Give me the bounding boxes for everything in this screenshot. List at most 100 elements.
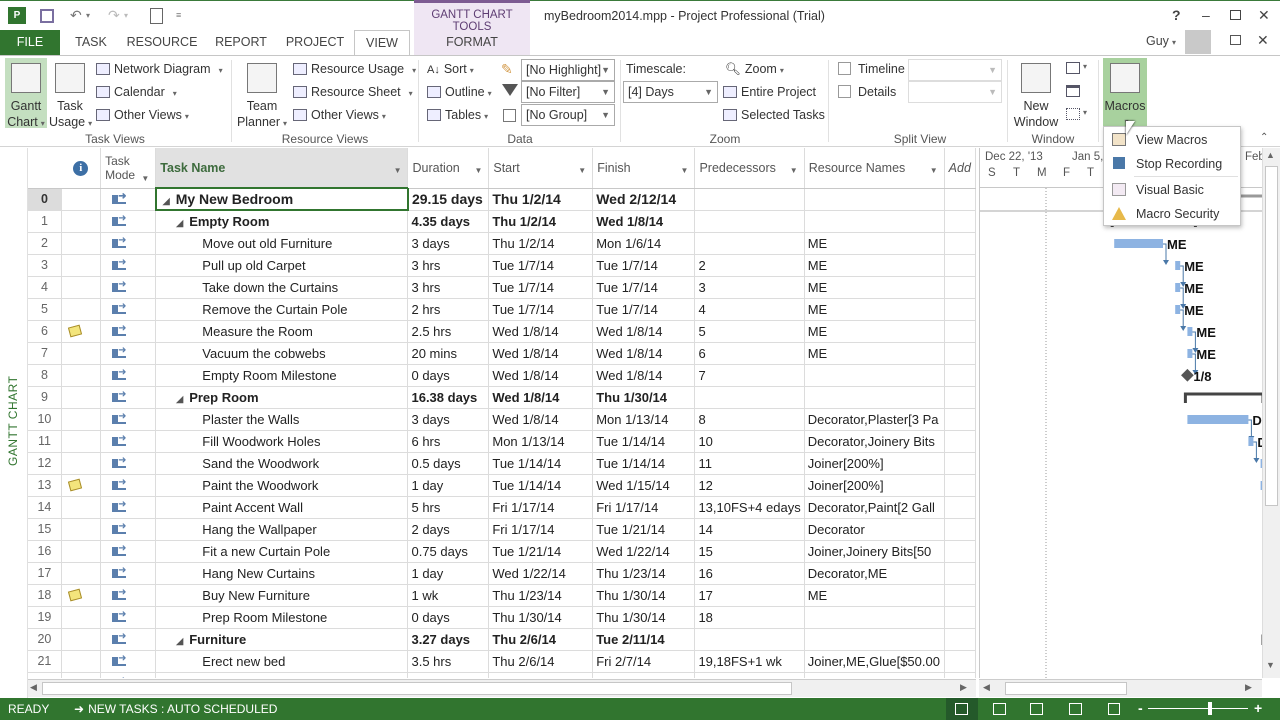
task-name-cell[interactable]: Move out old Furniture	[155, 232, 409, 255]
filter-arrow-icon[interactable]: ▼	[790, 166, 798, 175]
gantt-chart-pane[interactable]: Dec 22, '13 Jan 5, Feb S T M F T MEMEMEM…	[979, 148, 1262, 678]
task-other-views-button[interactable]: Other Views ▾	[96, 108, 189, 122]
note-icon[interactable]	[67, 478, 82, 491]
resource-names-cell[interactable]: Decorator,Paint[2 Gall	[804, 496, 945, 519]
filter-arrow-icon[interactable]: ▼	[141, 172, 149, 186]
table-row[interactable]: 1 ◢ Empty Room 4.35 daysThu 1/2/14Wed 1/8/1…	[28, 210, 976, 233]
table-row[interactable]: 16 Fit a new Curtain Pole 0.75 daysTue 1/2…	[28, 540, 976, 563]
table-row[interactable]: 19Prep Room Milestone0 daysThu 1/30/14Th…	[28, 606, 976, 629]
add-column-cell[interactable]	[944, 320, 976, 343]
task-name-cell[interactable]: ◢ My New Bedroom	[154, 187, 409, 211]
task-name-cell[interactable]: Remove the Curtain Pole	[155, 298, 409, 321]
row-id[interactable]: 9	[28, 386, 62, 409]
start-cell[interactable]: Thu 1/2/14	[488, 210, 594, 233]
finish-cell[interactable]: Tue 1/14/14	[592, 430, 696, 453]
start-cell[interactable]: Tue 1/7/14	[488, 298, 594, 321]
finish-cell[interactable]: Thu 1/30/14	[592, 584, 696, 607]
resource-names-cell[interactable]: Joiner,ME,Glue[$50.00	[804, 650, 945, 673]
start-cell[interactable]: Thu 1/2/14	[488, 188, 594, 211]
duration-cell[interactable]: 1 day	[407, 474, 490, 497]
collapse-triangle-icon[interactable]: ◢	[163, 196, 170, 206]
finish-cell[interactable]: Tue 1/7/14	[592, 298, 696, 321]
filter-dropdown[interactable]: [No Filter] ▼	[521, 81, 615, 103]
network-diagram-button[interactable]: Network Diagram ▾	[96, 62, 223, 76]
predecessors-cell[interactable]: 16	[694, 562, 805, 585]
task-mode-cell[interactable]	[100, 232, 157, 255]
menu-item-visual-basic[interactable]: Visual Basic	[1104, 178, 1240, 202]
task-mode-cell[interactable]	[100, 320, 157, 343]
resource-names-cell[interactable]: ME	[804, 276, 945, 299]
task-mode-cell[interactable]	[100, 474, 157, 497]
resource-names-cell[interactable]: ME	[804, 320, 945, 343]
add-column-cell[interactable]	[944, 276, 976, 299]
duration-cell[interactable]: 12 hrs	[407, 672, 490, 678]
duration-cell[interactable]: 0.5 days	[407, 452, 490, 475]
task-mode-cell[interactable]	[100, 342, 157, 365]
scroll-right-icon[interactable]: ▶	[1245, 682, 1252, 693]
outline-button[interactable]: Outline ▾	[427, 85, 492, 99]
finish-cell[interactable]: Wed 1/22/14	[592, 540, 696, 563]
collapse-ribbon-icon[interactable]: ⌃	[1260, 132, 1268, 143]
start-cell[interactable]: Thu 2/6/14	[488, 650, 594, 673]
add-column-cell[interactable]	[944, 518, 976, 541]
filter-arrow-icon[interactable]: ▼	[681, 166, 689, 175]
row-id[interactable]: 18	[28, 584, 62, 607]
collapse-triangle-icon[interactable]: ◢	[176, 218, 183, 228]
duration-cell[interactable]: 3.27 days	[407, 628, 490, 651]
predecessors-cell[interactable]: 3	[694, 276, 805, 299]
timescale-dropdown[interactable]: [4] Days ▼	[623, 81, 718, 103]
duration-cell[interactable]: 3.5 hrs	[407, 650, 490, 673]
add-column-cell[interactable]	[944, 496, 976, 519]
zoom-slider[interactable]	[1148, 702, 1248, 715]
start-cell[interactable]: Fri 1/17/14	[488, 518, 594, 541]
row-id[interactable]: 3	[28, 254, 62, 277]
task-name-cell[interactable]: Erect new bed	[155, 650, 409, 673]
start-cell[interactable]: Fri 1/17/14	[488, 496, 594, 519]
timeline-view-dropdown[interactable]: ▼	[908, 59, 1002, 81]
resource-names-cell[interactable]: ME	[804, 298, 945, 321]
resource-sheet-view-icon[interactable]	[1069, 703, 1082, 715]
table-row[interactable]: 21 Erect new bed 3.5 hrsThu 2/6/14Fri 2/7/…	[28, 650, 976, 673]
duration-cell[interactable]: 3 hrs	[407, 276, 490, 299]
task-mode-cell[interactable]	[100, 606, 157, 629]
task-name-cell[interactable]: Buy New Furniture	[155, 584, 409, 607]
finish-cell[interactable]: Thu 1/23/14	[592, 562, 696, 585]
table-row[interactable]: 17 Hang New Curtains 1 dayWed 1/22/14Thu 1…	[28, 562, 976, 585]
duration-cell[interactable]: 20 mins	[407, 342, 490, 365]
row-id[interactable]: 11	[28, 430, 62, 453]
filter-arrow-icon[interactable]: ▼	[474, 166, 482, 175]
restore-ribbon-icon[interactable]	[1230, 35, 1241, 45]
resource-names-cell[interactable]	[804, 628, 945, 651]
zoom-slider-thumb[interactable]	[1208, 702, 1212, 715]
row-id[interactable]: 10	[28, 408, 62, 431]
start-cell[interactable]: Wed 1/8/14	[488, 342, 594, 365]
task-mode-cell[interactable]	[100, 496, 157, 519]
task-name-column-header[interactable]: Task Name ▼	[155, 148, 409, 189]
maximize-button[interactable]	[1230, 10, 1241, 20]
task-name-cell[interactable]: Hang New Curtains	[155, 562, 409, 585]
predecessors-cell[interactable]	[694, 232, 805, 255]
row-id[interactable]: 17	[28, 562, 62, 585]
predecessors-cell[interactable]: 15	[694, 540, 805, 563]
report-view-icon[interactable]	[1108, 703, 1120, 715]
collapse-triangle-icon[interactable]: ◢	[176, 636, 183, 646]
duration-cell[interactable]: 6 hrs	[407, 430, 490, 453]
task-name-cell[interactable]: Paint Accent Wall	[155, 496, 409, 519]
note-icon[interactable]	[67, 588, 82, 601]
predecessors-cell[interactable]: 21	[694, 672, 805, 678]
details-view-dropdown[interactable]: ▼	[908, 81, 1002, 103]
tab-view[interactable]: VIEW	[354, 30, 410, 56]
table-row[interactable]: 2Move out old Furniture3 daysThu 1/2/14M…	[28, 232, 976, 255]
finish-cell[interactable]: Fri 1/17/14	[592, 496, 696, 519]
predecessors-cell[interactable]	[694, 386, 805, 409]
resource-names-cell[interactable]	[804, 386, 945, 409]
task-name-cell[interactable]: Fit a new Curtain Pole	[155, 540, 409, 563]
filter-arrow-icon[interactable]: ▼	[578, 166, 586, 175]
row-id[interactable]: 1	[28, 210, 62, 233]
sort-button[interactable]: A↓ Sort ▾	[427, 62, 474, 76]
predecessors-cell[interactable]	[694, 210, 805, 233]
resource-names-cell[interactable]: Joiner,Joinery Bits[50	[804, 540, 945, 563]
start-cell[interactable]: Wed 1/8/14	[488, 320, 594, 343]
task-usage-button[interactable]: Task Usage ▾	[49, 58, 92, 132]
avatar[interactable]	[1185, 30, 1211, 54]
